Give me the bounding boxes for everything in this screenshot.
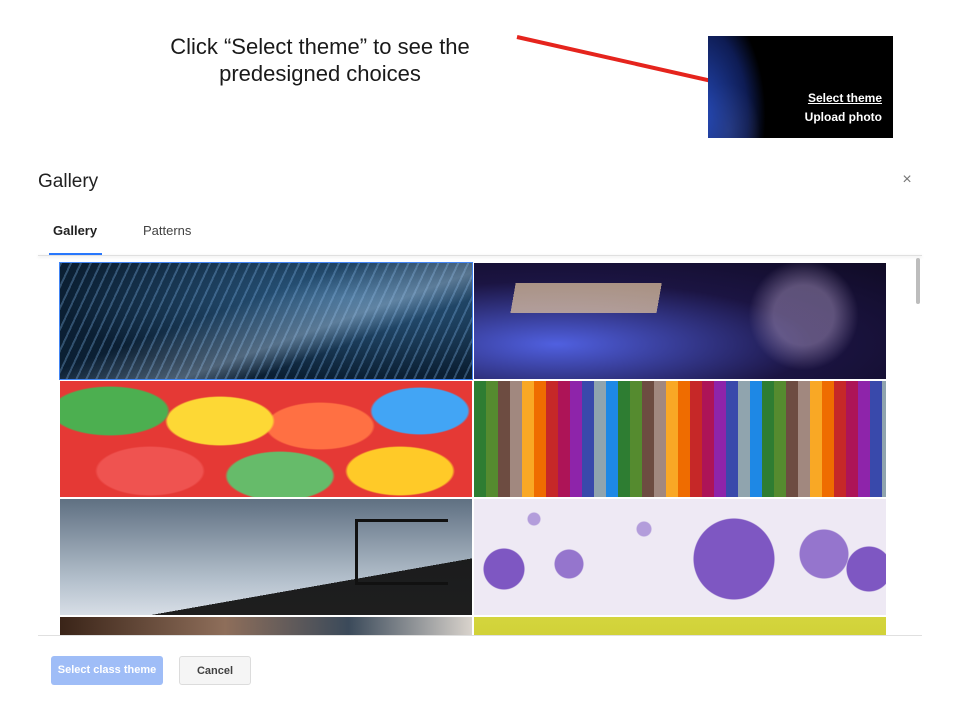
scrollbar-track[interactable] <box>914 256 922 635</box>
scrollbar-thumb[interactable] <box>916 258 920 304</box>
theme-tile-purple-spheres[interactable] <box>474 499 886 615</box>
theme-tile-basketball[interactable] <box>60 499 472 615</box>
footer-divider <box>38 635 922 636</box>
theme-tile-guitar[interactable] <box>474 263 886 379</box>
theme-grid <box>59 262 886 635</box>
theme-tile-partial-left[interactable] <box>60 617 472 635</box>
tab-gallery[interactable]: Gallery <box>53 223 97 238</box>
theme-tile-yarn[interactable] <box>474 381 886 497</box>
theme-tile-fiber-optics[interactable] <box>59 262 473 380</box>
tab-patterns[interactable]: Patterns <box>143 223 191 238</box>
theme-tile-partial-right[interactable] <box>474 617 886 635</box>
theme-gallery-scroll[interactable] <box>38 256 922 635</box>
theme-tile-candy[interactable] <box>60 381 472 497</box>
instruction-text: Click “Select theme” to see the predesig… <box>170 34 470 86</box>
close-icon[interactable]: × <box>898 171 916 189</box>
select-class-theme-button[interactable]: Select class theme <box>51 656 163 685</box>
class-header-preview: Select theme Upload photo <box>708 36 893 138</box>
upload-photo-link[interactable]: Upload photo <box>805 110 882 124</box>
select-theme-link[interactable]: Select theme <box>808 91 882 105</box>
dialog-title: Gallery <box>38 171 99 192</box>
cancel-button[interactable]: Cancel <box>179 656 251 685</box>
